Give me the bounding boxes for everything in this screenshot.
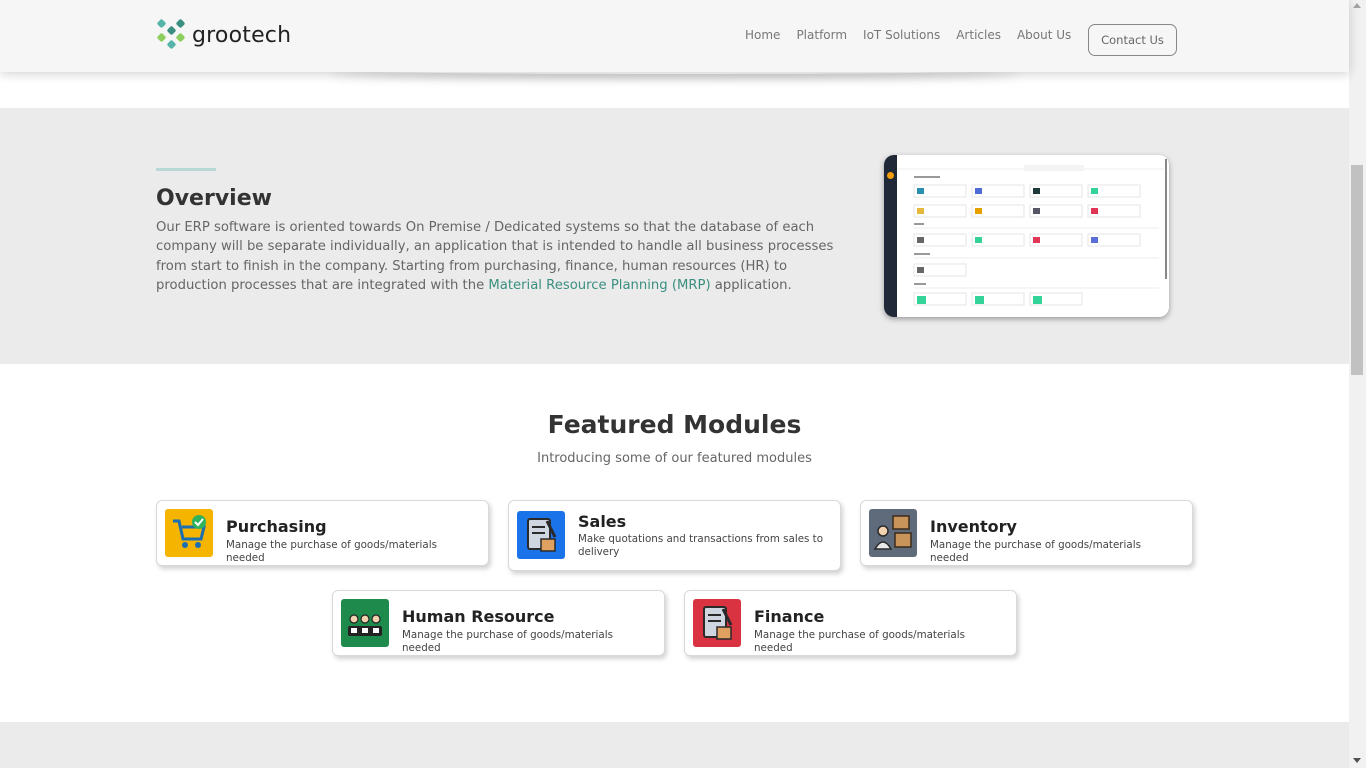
nav-item-articles[interactable]: Articles (956, 28, 1001, 42)
module-description: Manage the purchase of goods/materials n… (226, 539, 437, 564)
nav-item-home[interactable]: Home (745, 28, 780, 42)
module-title: Inventory (930, 517, 1017, 536)
scroll-up-arrow-icon[interactable] (1353, 3, 1361, 8)
module-description: Manage the purchase of goods/materials n… (930, 539, 1141, 564)
brand-name: grootech (192, 22, 292, 48)
team-icon (341, 599, 389, 647)
module-description: Manage the purchase of goods/materials n… (754, 629, 965, 654)
overview-section: Overview Our ERP software is oriented to… (0, 108, 1349, 364)
featured-modules-subtitle: Introducing some of our featured modules (537, 451, 812, 466)
finance-clipboard-icon (693, 599, 741, 647)
module-card-finance[interactable]: Finance Manage the purchase of goods/mat… (684, 590, 1017, 656)
shopping-cart-icon (165, 509, 213, 557)
contact-us-button[interactable]: Contact Us (1088, 24, 1177, 56)
nav-item-platform[interactable]: Platform (796, 28, 847, 42)
nav-item-iot-solutions[interactable]: IoT Solutions (863, 28, 940, 42)
module-card-purchasing[interactable]: Purchasing Manage the purchase of goods/… (156, 500, 489, 566)
dashboard-mockup-graphic (897, 165, 1164, 306)
module-title: Finance (754, 607, 825, 626)
module-title: Purchasing (226, 517, 327, 536)
main-nav: Home Platform IoT Solutions Articles Abo… (745, 28, 1071, 42)
overview-title: Overview (156, 186, 272, 211)
erp-dashboard-screenshot (884, 155, 1169, 317)
next-section-band (0, 722, 1349, 768)
mrp-link[interactable]: Material Resource Planning (MRP) (488, 278, 710, 293)
nav-item-about-us[interactable]: About Us (1017, 28, 1071, 42)
module-card-sales[interactable]: Sales Make quotations and transactions f… (508, 500, 841, 571)
inventory-boxes-icon (869, 509, 917, 557)
brand-logo[interactable]: grootech (156, 18, 291, 52)
module-card-inventory[interactable]: Inventory Manage the purchase of goods/m… (860, 500, 1193, 566)
module-description: Manage the purchase of goods/materials n… (402, 629, 613, 654)
overview-text-end: application. (710, 277, 792, 293)
overview-description: Our ERP software is oriented towards On … (156, 218, 846, 295)
module-card-human-resource[interactable]: Human Resource Manage the purchase of go… (332, 590, 665, 656)
page-scrollbar[interactable] (1349, 0, 1366, 768)
featured-modules-title: Featured Modules (547, 410, 802, 439)
module-title: Sales (578, 512, 627, 531)
title-accent-bar (156, 168, 216, 171)
grootech-logo-icon (156, 18, 186, 52)
module-title: Human Resource (402, 607, 555, 626)
module-description: Make quotations and transactions from sa… (578, 533, 823, 558)
site-header: grootech Home Platform IoT Solutions Art… (0, 0, 1349, 72)
sales-clipboard-icon (517, 511, 565, 559)
scrollbar-thumb[interactable] (1351, 165, 1363, 375)
scroll-down-arrow-icon[interactable] (1353, 758, 1361, 763)
